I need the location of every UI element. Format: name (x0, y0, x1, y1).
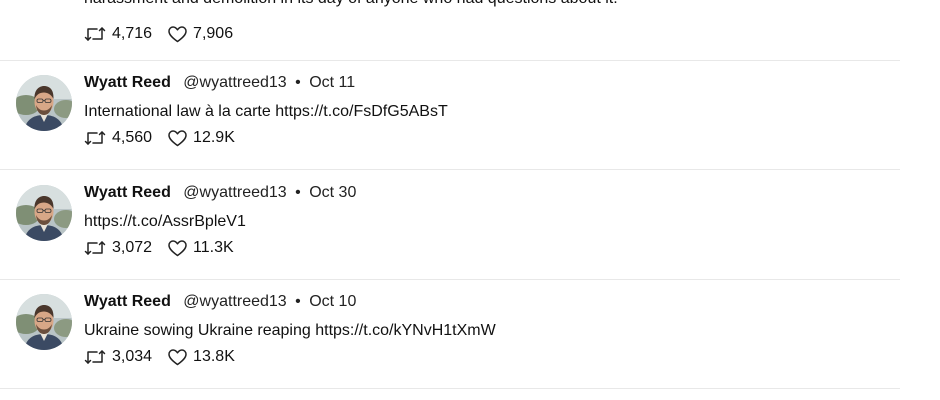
tweet-feed: harassment and demolition in its day of … (0, 0, 900, 400)
tweet-header: Wyatt Reed @wyattreed13 • Oct 10 (84, 291, 356, 313)
tweet-partial[interactable]: harassment and demolition in its day of … (0, 0, 900, 61)
tweet-header: Wyatt Reed @wyattreed13 • Oct 11 (84, 72, 355, 94)
avatar[interactable] (16, 185, 72, 241)
like-count[interactable]: 13.8K (168, 348, 235, 366)
separator: • (295, 184, 301, 201)
like-count[interactable]: 11.3K (168, 239, 234, 257)
tweet-metrics: 3,072 11.3K (84, 237, 250, 259)
tweet-item[interactable]: Wyatt Reed @wyattreed13 • Oct 11 Interna… (0, 60, 900, 170)
retweet-icon (84, 131, 106, 145)
display-name[interactable]: Wyatt Reed (84, 74, 171, 91)
retweet-count[interactable]: 3,072 (84, 239, 152, 257)
heart-icon (168, 129, 187, 146)
retweet-count[interactable]: 3,034 (84, 348, 152, 366)
heart-icon (168, 348, 187, 365)
tweet-date[interactable]: Oct 11 (309, 74, 355, 91)
avatar[interactable] (16, 294, 72, 350)
tweet-metrics: 4,560 12.9K (84, 127, 251, 149)
tweet-text: harassment and demolition in its day of … (84, 0, 618, 10)
retweet-icon (84, 241, 106, 255)
tweet-metrics: 4,716 7,906 (84, 25, 249, 43)
tweet-header: Wyatt Reed @wyattreed13 • Oct 30 (84, 182, 356, 204)
retweet-icon (84, 350, 106, 364)
retweet-icon (84, 27, 106, 41)
retweet-count[interactable]: 4,716 (84, 25, 152, 43)
retweet-count[interactable]: 4,560 (84, 129, 152, 147)
like-count[interactable]: 7,906 (168, 25, 233, 43)
separator: • (295, 293, 301, 310)
avatar[interactable] (16, 75, 72, 131)
tweet-text: International law à la carte https://t.c… (84, 103, 448, 120)
handle[interactable]: @wyattreed13 (183, 293, 286, 310)
heart-icon (168, 239, 187, 256)
tweet-date[interactable]: Oct 30 (309, 184, 356, 201)
display-name[interactable]: Wyatt Reed (84, 293, 171, 310)
tweet-item[interactable]: Wyatt Reed @wyattreed13 • Oct 10 Ukraine… (0, 279, 900, 389)
tweet-item[interactable]: Wyatt Reed @wyattreed13 • Oct 30 https:/… (0, 170, 900, 280)
tweet-metrics: 3,034 13.8K (84, 346, 251, 368)
handle[interactable]: @wyattreed13 (183, 74, 286, 91)
tweet-text: https://t.co/AssrBpleV1 (84, 213, 246, 230)
separator: • (295, 74, 301, 91)
tweet-text: Ukraine sowing Ukraine reaping https://t… (84, 322, 496, 339)
like-count[interactable]: 12.9K (168, 129, 235, 147)
heart-icon (168, 25, 187, 42)
handle[interactable]: @wyattreed13 (183, 184, 286, 201)
tweet-date[interactable]: Oct 10 (309, 293, 356, 310)
display-name[interactable]: Wyatt Reed (84, 184, 171, 201)
